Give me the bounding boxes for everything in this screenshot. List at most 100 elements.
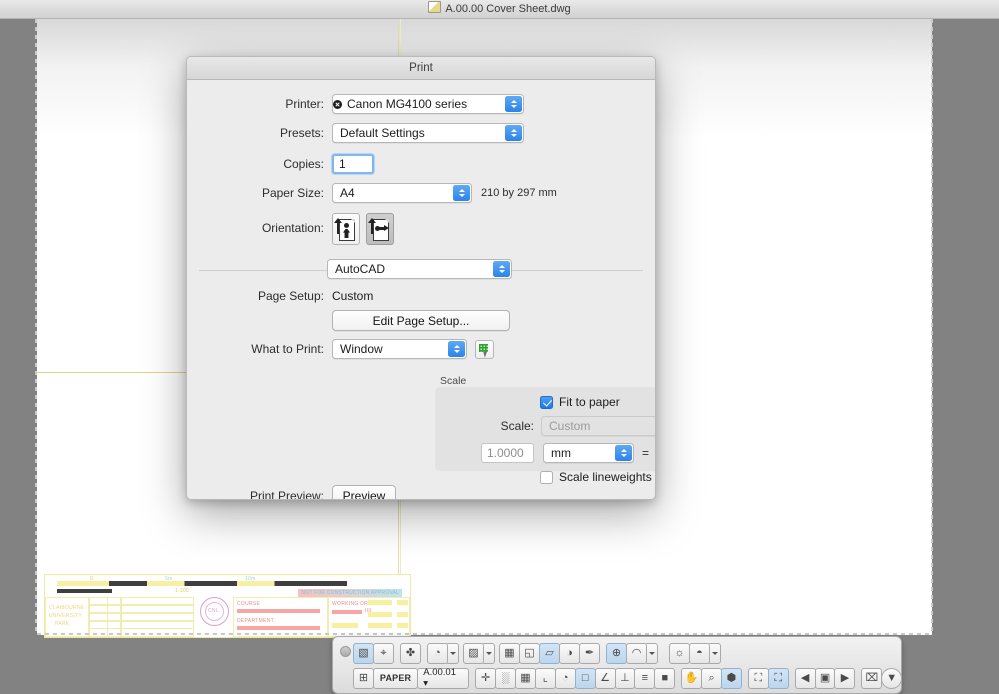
dynamic-input-icon-glyph: ≡ bbox=[641, 671, 649, 684]
what-to-print-select[interactable]: Window bbox=[332, 339, 467, 359]
clean-screen-icon-glyph: ⌧ bbox=[865, 671, 879, 684]
visual-style-box-icon-glyph: ▨ bbox=[468, 646, 479, 659]
print-dialog[interactable]: Print Printer: Canon MG4100 series Prese… bbox=[186, 56, 656, 500]
space-toggle-paper[interactable]: PAPER bbox=[372, 667, 419, 689]
3d-solid-box-icon-glyph: ▧ bbox=[358, 646, 369, 659]
scale-equals-sign: = bbox=[642, 446, 650, 460]
preview-button[interactable]: Preview bbox=[332, 485, 396, 499]
scale-numerator-input[interactable]: 1.0000 bbox=[481, 443, 534, 463]
ucs-axis-icon[interactable]: ⌖ bbox=[373, 642, 394, 664]
zoom-icon[interactable]: ⌕ bbox=[701, 667, 723, 689]
tb-client-line3: PARK bbox=[55, 621, 70, 627]
render-icon[interactable]: ◠ bbox=[626, 642, 647, 664]
render-target-icon-glyph: ⊕ bbox=[611, 646, 622, 659]
paper-size-value: A4 bbox=[340, 186, 355, 200]
angle-snap-icon[interactable]: ∠ bbox=[594, 667, 616, 689]
paper-size-row: Paper Size: A4 210 by 297 mm bbox=[187, 183, 655, 203]
clean-screen-icon[interactable]: ⌧ bbox=[861, 667, 883, 689]
what-to-print-label: What to Print: bbox=[251, 342, 324, 356]
landscape-arrow-icon bbox=[368, 218, 376, 234]
dynamic-input-icon[interactable]: ≡ bbox=[634, 667, 656, 689]
render-icon-dropdown[interactable] bbox=[646, 642, 658, 664]
copies-row: Copies: 1 bbox=[187, 154, 655, 174]
scale-unit-select[interactable]: mm bbox=[543, 443, 634, 463]
toolbar-drag-grip[interactable] bbox=[340, 646, 351, 657]
document-title-text: A.00.00 Cover Sheet.dwg bbox=[445, 3, 571, 15]
chevron-updown-icon bbox=[453, 185, 470, 201]
fit-to-paper-checkbox[interactable] bbox=[540, 395, 553, 409]
snap-grid-icon[interactable]: ░ bbox=[495, 667, 516, 689]
paper-size-select[interactable]: A4 bbox=[332, 183, 472, 203]
grid-display-icon[interactable]: ▦ bbox=[514, 667, 536, 689]
orbit-icon[interactable]: ◔ bbox=[427, 642, 448, 664]
scale-lineweights-row[interactable]: Scale lineweights bbox=[540, 470, 655, 484]
print-pane-select[interactable]: AutoCAD bbox=[327, 259, 512, 279]
scale-lineweights-checkbox[interactable] bbox=[540, 470, 553, 484]
realistic-icon[interactable]: ◑ bbox=[559, 642, 580, 664]
sky-background-icon-dropdown[interactable] bbox=[709, 642, 721, 664]
material-icon[interactable]: ✒ bbox=[579, 642, 600, 664]
printer-select[interactable]: Canon MG4100 series bbox=[332, 94, 524, 114]
orientation-landscape-button[interactable] bbox=[366, 213, 394, 245]
presets-select[interactable]: Default Settings bbox=[332, 123, 524, 143]
orientation-label: Orientation: bbox=[261, 221, 324, 235]
prev-layout-icon-glyph: ◀ bbox=[800, 671, 810, 684]
tb-client-line2: UNIVERSITY bbox=[49, 613, 83, 619]
prev-layout-icon[interactable]: ◀ bbox=[794, 667, 816, 689]
orientation-portrait-button[interactable] bbox=[332, 213, 360, 245]
layout-tiles-icon[interactable]: ⊞ bbox=[353, 667, 374, 689]
layout-name-selector[interactable]: A.00.01 ▾ bbox=[417, 667, 470, 689]
lineweight-icon[interactable]: ■ bbox=[654, 667, 676, 689]
chevron-updown-icon bbox=[615, 445, 632, 461]
layout-viewport-icon[interactable]: ▣ bbox=[814, 667, 836, 689]
visual-style-box-icon-dropdown[interactable] bbox=[483, 642, 495, 664]
window-select-icon[interactable] bbox=[475, 339, 494, 359]
orientation-row: Orientation: bbox=[187, 213, 655, 245]
next-layout-icon[interactable]: ▶ bbox=[834, 667, 856, 689]
copies-label: Copies: bbox=[283, 157, 324, 171]
tb-client-line1: CLAIBOURNE bbox=[49, 605, 85, 611]
move-gizmo-icon[interactable]: ✤ bbox=[400, 642, 421, 664]
shaded-icon[interactable]: ▱ bbox=[539, 642, 560, 664]
pan-icon[interactable]: ✋ bbox=[681, 667, 703, 689]
scale-unit-value: mm bbox=[551, 446, 571, 460]
grid-display-icon-glyph: ▦ bbox=[520, 671, 531, 684]
object-snap-icon-glyph: □ bbox=[581, 671, 589, 684]
tb-course-value-bar bbox=[237, 609, 320, 613]
chevron-updown-icon bbox=[505, 125, 522, 141]
fit-to-paper-row[interactable]: Fit to paper bbox=[540, 395, 655, 409]
visual-style-box-icon[interactable]: ▨ bbox=[463, 642, 484, 664]
dialog-title-bar: Print bbox=[187, 57, 655, 80]
render-target-icon[interactable]: ⊕ bbox=[606, 642, 627, 664]
3d-orbit-icon[interactable]: ⬢ bbox=[721, 667, 742, 689]
model-space-icon[interactable]: ⛶ bbox=[747, 667, 769, 689]
paper-space-icon[interactable]: ⛶ bbox=[767, 667, 789, 689]
page-right-dashed-border bbox=[931, 19, 933, 635]
zoom-icon-glyph: ⌕ bbox=[708, 671, 715, 684]
ortho-icon[interactable]: ⌞ bbox=[534, 667, 556, 689]
osnap-icon[interactable]: ✛ bbox=[475, 667, 497, 689]
object-snap-icon[interactable]: □ bbox=[574, 667, 596, 689]
print-pane-value: AutoCAD bbox=[335, 262, 386, 276]
polar-tracking-icon[interactable]: ◔ bbox=[554, 667, 576, 689]
orbit-icon-dropdown[interactable] bbox=[447, 642, 459, 664]
drawing-title-block: 0 5m 10m 1:100 NOT FOR CONSTRUCTION APPR… bbox=[44, 574, 411, 638]
otrack-icon[interactable]: ⊥ bbox=[614, 667, 636, 689]
scale-select[interactable]: Custom bbox=[541, 416, 655, 436]
edit-page-setup-button[interactable]: Edit Page Setup... bbox=[332, 310, 510, 331]
tb-department-value-bar bbox=[237, 626, 320, 630]
sky-background-icon[interactable]: ◓ bbox=[689, 642, 710, 664]
wireframe-icon-glyph: ▦ bbox=[504, 646, 515, 659]
cad-status-toolbar[interactable]: ▧ ⌖ ✤ ◔ ▨ ▦ ◱ ▱ ◑ ✒ ⊕ ◠ ☼ ◓ ⊞ PAPER A.00.01 ▾ ✛ ░ ▦ ⌞ ◔ □ ∠ ⊥ ≡ ■… bbox=[332, 636, 903, 694]
hidden-icon[interactable]: ◱ bbox=[519, 642, 540, 664]
wireframe-icon[interactable]: ▦ bbox=[499, 642, 520, 664]
sky-background-icon-glyph: ◓ bbox=[696, 646, 703, 659]
pan-icon-glyph: ✋ bbox=[684, 671, 699, 684]
approval-stamp-text: NOT FOR CONSTRUCTION APPROVAL bbox=[298, 589, 402, 597]
status-menu-icon[interactable]: ▼ bbox=[881, 667, 903, 689]
presets-label: Presets: bbox=[279, 126, 324, 140]
copies-input[interactable]: 1 bbox=[332, 154, 374, 174]
document-file-icon bbox=[428, 1, 442, 13]
light-icon[interactable]: ☼ bbox=[669, 642, 690, 664]
3d-solid-box-icon[interactable]: ▧ bbox=[353, 642, 374, 664]
